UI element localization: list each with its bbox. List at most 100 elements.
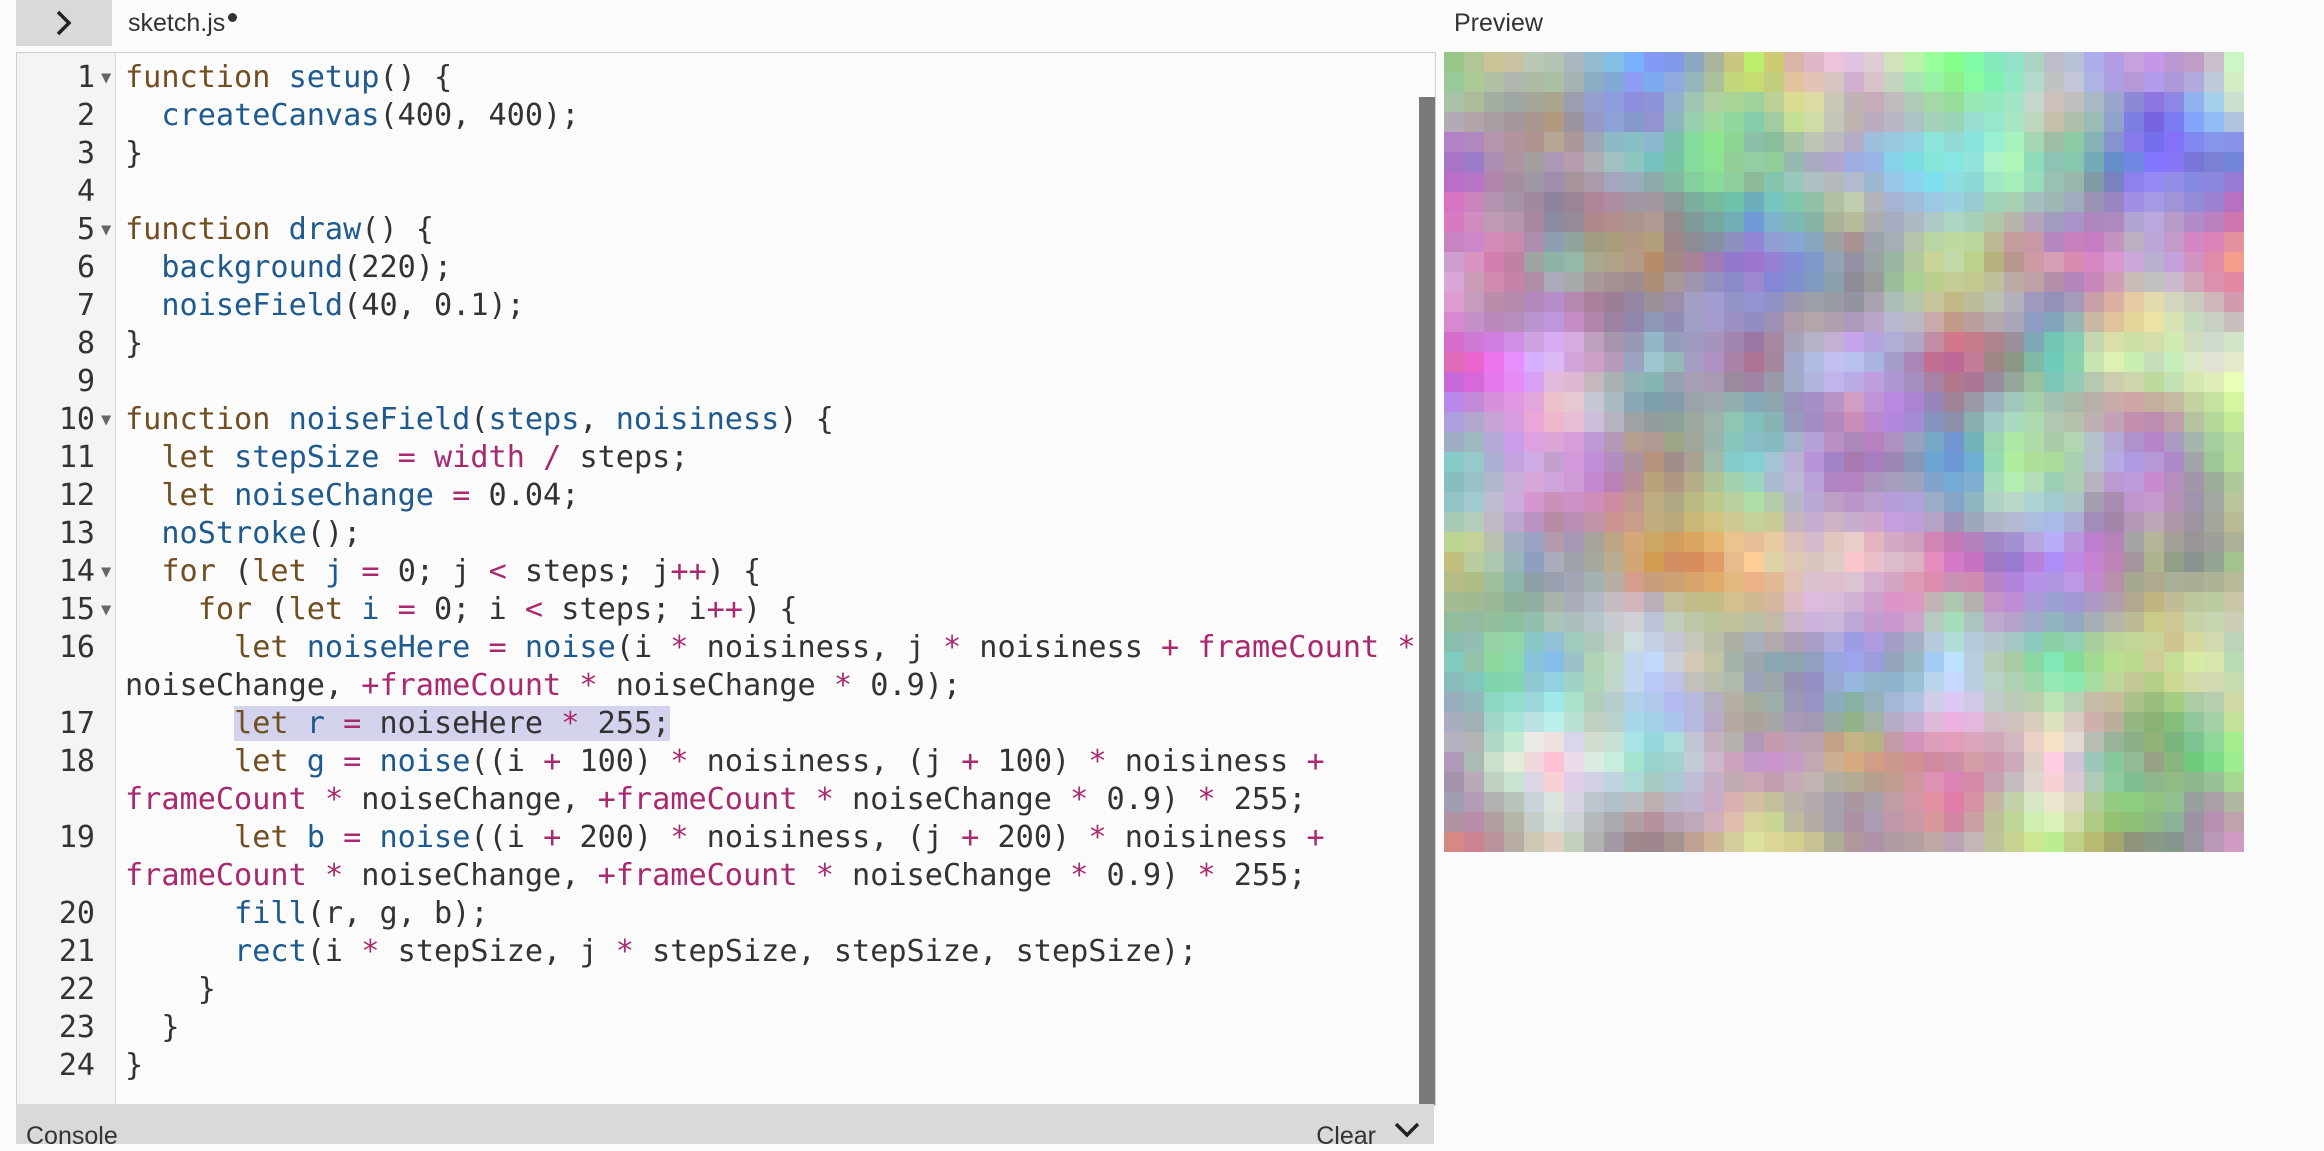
- code-line[interactable]: 1 ▼ function setup() {: [77, 59, 1415, 97]
- noise-cell: [1564, 392, 1584, 412]
- noise-cell: [1624, 132, 1644, 152]
- code-line[interactable]: 17 let r = noiseHere * 255;: [59, 705, 1415, 743]
- noise-cell: [1524, 152, 1544, 172]
- noise-cell: [2104, 292, 2124, 312]
- expand-sidebar-button[interactable]: [16, 0, 112, 46]
- code-token: =: [488, 630, 507, 665]
- noise-cell: [2224, 272, 2244, 292]
- code-line[interactable]: 11 let stepSize = width / steps;: [59, 439, 1415, 477]
- code-line[interactable]: 24}: [59, 1047, 1415, 1085]
- code-token: ) {: [743, 592, 798, 627]
- unsaved-indicator: [228, 12, 238, 22]
- code-line[interactable]: 19 let b = noise((i + 200) * noisiness, …: [59, 819, 1415, 857]
- noise-cell: [1864, 732, 1884, 752]
- noise-cell: [1784, 792, 1804, 812]
- noise-cell: [1484, 152, 1504, 172]
- fold-arrow-icon[interactable]: ▼: [101, 59, 111, 97]
- noise-cell: [1944, 832, 1964, 852]
- noise-cell: [1744, 332, 1764, 352]
- code-line[interactable]: 18 let g = noise((i + 100) * noisiness, …: [59, 743, 1415, 781]
- file-tab-sketch[interactable]: sketch.js: [128, 0, 238, 46]
- noise-cell: [1524, 732, 1544, 752]
- noise-cell: [1864, 432, 1884, 452]
- noise-cell: [2204, 832, 2224, 852]
- noise-cell: [1824, 492, 1844, 512]
- code-line[interactable]: 8}: [77, 325, 1415, 363]
- noise-cell: [1744, 152, 1764, 172]
- code-line[interactable]: 22 }: [59, 971, 1415, 1009]
- code-line[interactable]: 12 let noiseChange = 0.04;: [59, 477, 1415, 515]
- noise-cell: [1484, 292, 1504, 312]
- fold-arrow-icon[interactable]: ▼: [101, 553, 111, 591]
- noise-cell: [2184, 152, 2204, 172]
- noise-cell: [1444, 172, 1464, 192]
- code-line[interactable]: 10 ▼ function noiseField(steps, noisiness)…: [59, 401, 1415, 439]
- noise-cell: [1464, 772, 1484, 792]
- code-line[interactable]: 3}: [77, 135, 1415, 173]
- noise-cell: [1604, 812, 1624, 832]
- code-line[interactable]: 6 background(220);: [77, 249, 1415, 287]
- code-line[interactable]: 9: [77, 363, 1415, 401]
- code-line[interactable]: 23 }: [59, 1009, 1415, 1047]
- noise-cell: [1704, 272, 1724, 292]
- code-line[interactable]: 14 ▼ for (let j = 0; j < steps; j++) {: [59, 553, 1415, 591]
- noise-cell: [1664, 592, 1684, 612]
- noise-cell: [1864, 532, 1884, 552]
- noise-cell: [1784, 672, 1804, 692]
- noise-cell: [2024, 452, 2044, 472]
- code-line[interactable]: 5 ▼ function draw() {: [77, 211, 1415, 249]
- noise-cell: [2084, 172, 2104, 192]
- noise-cell: [1584, 172, 1604, 192]
- code-editor[interactable]: 1 ▼ function setup() {2 createCanvas(400, …: [16, 52, 1436, 1106]
- noise-cell: [1744, 532, 1764, 552]
- code-line[interactable]: 2 createCanvas(400, 400);: [77, 97, 1415, 135]
- console-clear-button[interactable]: Clear: [1316, 1122, 1376, 1151]
- code-line[interactable]: 21 rect(i * stepSize, j * stepSize, step…: [59, 933, 1415, 971]
- code-line-wrap[interactable]: frameCount * noiseChange, +frameCount * …: [125, 781, 1415, 819]
- noise-cell: [1804, 532, 1824, 552]
- noise-cell: [2104, 632, 2124, 652]
- noise-cell: [1964, 432, 1984, 452]
- code-line-wrap[interactable]: noiseChange, +frameCount * noiseChange *…: [125, 667, 1415, 705]
- noise-cell: [1804, 132, 1824, 152]
- noise-cell: [1764, 312, 1784, 332]
- fold-arrow-icon[interactable]: ▼: [101, 401, 111, 439]
- fold-arrow-icon[interactable]: ▼: [101, 211, 111, 249]
- code-line-wrap[interactable]: frameCount * noiseChange, +frameCount * …: [125, 857, 1415, 895]
- noise-cell: [1544, 272, 1564, 292]
- noise-cell: [2144, 652, 2164, 672]
- noise-cell: [1524, 492, 1544, 512]
- code-token: noiseChange: [833, 858, 1071, 893]
- noise-cell: [2044, 212, 2064, 232]
- noise-cell: [2104, 272, 2124, 292]
- editor-scrollbar[interactable]: [1419, 97, 1435, 1105]
- code-token: frameCount: [1197, 630, 1380, 665]
- line-number: 16: [58, 630, 95, 665]
- code-line[interactable]: 20 fill(r, g, b);: [59, 895, 1415, 933]
- code-area[interactable]: 1 ▼ function setup() {2 createCanvas(400, …: [59, 59, 1416, 1105]
- noise-cell: [1664, 832, 1684, 852]
- noise-cell: [1704, 512, 1724, 532]
- code-line[interactable]: 7 noiseField(40, 0.1);: [77, 287, 1415, 325]
- noise-cell: [2204, 212, 2224, 232]
- noise-cell: [2084, 592, 2104, 612]
- noise-cell: [1464, 532, 1484, 552]
- code-line[interactable]: 15 ▼ for (let i = 0; i < steps; i++) {: [59, 591, 1415, 629]
- noise-cell: [1684, 652, 1704, 672]
- noise-cell: [1664, 632, 1684, 652]
- code-line[interactable]: 4: [77, 173, 1415, 211]
- noise-cell: [2024, 472, 2044, 492]
- code-line[interactable]: 13 noStroke();: [59, 515, 1415, 553]
- chevron-down-icon[interactable]: [1392, 1120, 1422, 1140]
- noise-cell: [1604, 772, 1624, 792]
- code-token: =: [397, 592, 416, 627]
- noise-cell: [1944, 732, 1964, 752]
- noise-cell: [1464, 652, 1484, 672]
- code-line[interactable]: 16 let noiseHere = noise(i * noisiness, …: [59, 629, 1416, 667]
- noise-cell: [1484, 532, 1504, 552]
- noise-cell: [1824, 772, 1844, 792]
- noise-cell: [2144, 712, 2164, 732]
- fold-arrow-icon[interactable]: ▼: [101, 591, 111, 629]
- code-token: *: [361, 934, 380, 969]
